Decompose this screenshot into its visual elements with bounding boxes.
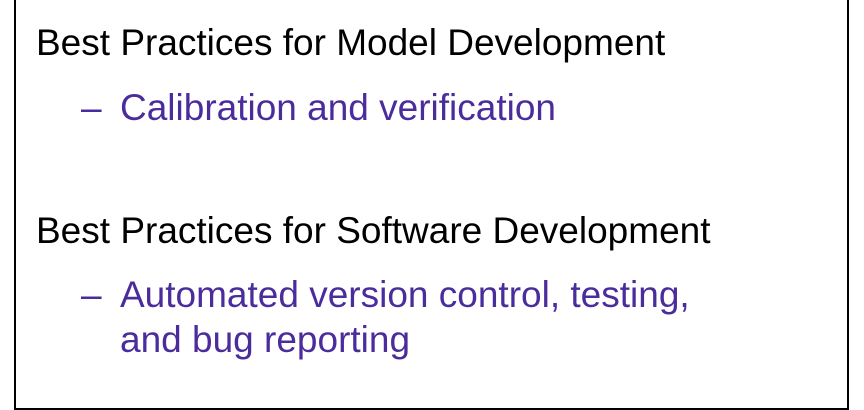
bullet-dash-marker: –: [81, 274, 102, 315]
bullet-line: Automated version control, testing,: [120, 274, 690, 315]
slide-text-box: Best Practices for Model Development – C…: [14, 0, 849, 410]
section-heading-model-development: Best Practices for Model Development: [36, 22, 666, 63]
bullet-calibration-verification: – Calibration and verification: [81, 85, 557, 130]
bullet-line: Calibration and verification: [120, 87, 557, 128]
bullet-line: and bug reporting: [120, 319, 411, 360]
bullet-version-control-testing: – Automated version control, testing, an…: [81, 272, 690, 362]
section-heading-software-development: Best Practices for Software Development: [36, 210, 711, 251]
bullet-dash-marker: –: [81, 87, 102, 128]
